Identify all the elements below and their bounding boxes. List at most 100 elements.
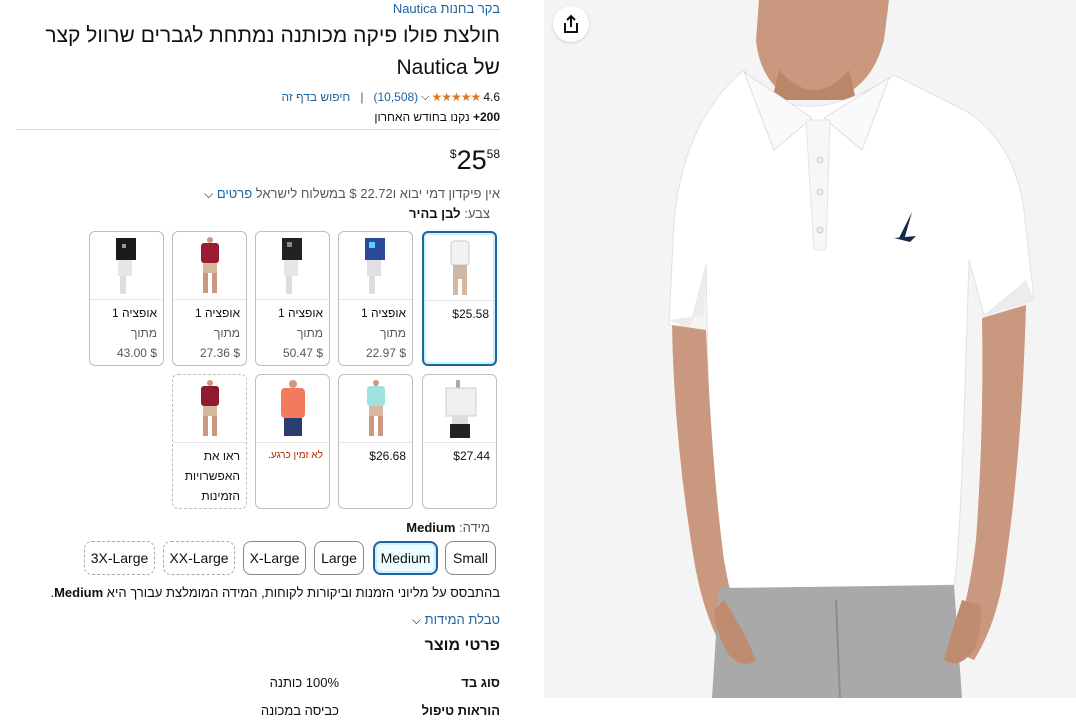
size-option-medium[interactable]: Medium bbox=[373, 541, 438, 575]
size-chart-link[interactable]: טבלת המידות ⌵ bbox=[0, 612, 500, 628]
color-swatch-aqua[interactable]: $26.68 bbox=[338, 374, 413, 509]
product-info: בקר בחנות Nautica חולצת פולו פיקה מכותנה… bbox=[16, 0, 500, 221]
gray-black-thumb bbox=[445, 379, 476, 438]
black-check-thumb bbox=[281, 237, 302, 294]
swatch-line3: $ 27.36 bbox=[199, 346, 240, 360]
shipping-info: אין פיקדון דמי יבוא ו‎22.72 $ במשלוח ליש… bbox=[16, 185, 500, 203]
swatch-line2: האפשרויות bbox=[184, 469, 240, 483]
size-option-small[interactable]: Small bbox=[445, 541, 496, 575]
details-key: הוראות טיפול bbox=[421, 703, 500, 718]
brand-store-link[interactable]: בקר בחנות Nautica bbox=[16, 1, 500, 17]
polo-model-image bbox=[544, 0, 1076, 698]
size-chart-label: טבלת המידות bbox=[424, 612, 500, 627]
details-value: כביסה במכונה bbox=[260, 703, 339, 718]
swatch-line2: מתוך bbox=[296, 326, 323, 340]
maroon-shirt-thumb bbox=[200, 236, 219, 293]
separator: | bbox=[360, 90, 364, 104]
swatch-line1: אופציה 1 bbox=[194, 306, 240, 320]
swatch-image bbox=[256, 375, 329, 443]
white-shirt-thumb bbox=[450, 240, 469, 295]
size-label: מידה: Medium bbox=[0, 520, 490, 535]
swatch-price: $25.58 bbox=[452, 307, 489, 321]
price-whole: 25 bbox=[456, 145, 487, 175]
swatch-line3: $ 43.00 bbox=[116, 346, 157, 360]
search-page-link[interactable]: חיפוש בדף זה bbox=[282, 90, 351, 104]
coral-shirt-thumb bbox=[280, 379, 305, 436]
share-button[interactable] bbox=[553, 6, 589, 42]
swatch-line1: אופציה 1 bbox=[360, 306, 406, 320]
chevron-down-icon: ⌵ bbox=[411, 613, 422, 627]
chevron-down-icon[interactable]: ⌵ bbox=[421, 91, 429, 104]
review-count-link[interactable]: (10,508) bbox=[373, 90, 418, 104]
size-option-3x-large[interactable]: 3X-Large bbox=[84, 541, 155, 575]
size-recommendation-text: בהתבסס על מליוני הזמנות וביקורות לקוחות,… bbox=[103, 585, 500, 600]
see-available-options[interactable]: ראו את האפשרויות הזמינות bbox=[172, 374, 247, 509]
swatch-image bbox=[173, 232, 246, 300]
color-label-text: צבע: bbox=[460, 206, 490, 221]
bought-number: 200+ bbox=[472, 110, 500, 124]
price-fraction: 58 bbox=[486, 147, 500, 161]
details-key: סוג בד bbox=[461, 675, 500, 690]
swatch-line1: אופציה 1 bbox=[111, 306, 157, 320]
details-value: 100% כותנה bbox=[269, 675, 339, 690]
swatch-image bbox=[339, 232, 412, 300]
swatch-line1: אופציה 1 bbox=[277, 306, 323, 320]
swatch-image bbox=[339, 375, 412, 443]
divider bbox=[16, 129, 500, 130]
shipping-text: אין פיקדון דמי יבוא ו‎22.72 $ במשלוח ליש… bbox=[252, 186, 500, 201]
swatch-image bbox=[256, 232, 329, 300]
size-label-text: מידה: bbox=[455, 520, 490, 535]
maroon-shirt2-thumb bbox=[200, 379, 219, 436]
unavailable-note: לא זמין כרגע. bbox=[268, 450, 323, 461]
swatch-image bbox=[424, 233, 495, 301]
product-title: חולצת פולו פיקה מכותנה נמתחת לגברים שרוו… bbox=[45, 24, 500, 79]
product-main-image[interactable] bbox=[544, 0, 1076, 698]
black-check2-thumb bbox=[115, 237, 136, 294]
selected-size: Medium bbox=[406, 520, 456, 535]
swatch-text: ראו את האפשרויות הזמינות bbox=[173, 443, 246, 508]
price: $2558 bbox=[16, 144, 500, 176]
swatch-image bbox=[90, 232, 163, 300]
swatch-text: אופציה 1 מתוך $ 50.47 bbox=[256, 300, 329, 365]
recommended-size: Medium bbox=[54, 585, 104, 600]
size-option-x-large[interactable]: X-Large bbox=[243, 541, 306, 575]
aqua-shirt-thumb bbox=[366, 379, 385, 436]
blue-check-thumb bbox=[364, 237, 385, 294]
swatch-price: $27.44 bbox=[453, 449, 490, 463]
shipping-details-link[interactable]: פרטים bbox=[217, 186, 252, 201]
color-swatch-black-check-2[interactable]: אופציה 1 מתוך $ 43.00 bbox=[89, 231, 164, 366]
size-recommendation: בהתבסס על מליוני הזמנות וביקורות לקוחות,… bbox=[50, 585, 500, 600]
bought-count: 200+ נקנו בחודש האחרון bbox=[16, 110, 500, 124]
swatch-text: אופציה 1 מתוך $ 22.97 bbox=[339, 300, 412, 365]
star-rating-icon[interactable]: ★★★★★ bbox=[432, 90, 482, 104]
color-swatch-blue-check[interactable]: אופציה 1 מתוך $ 22.97 bbox=[338, 231, 413, 366]
swatch-line1: ראו את bbox=[203, 449, 240, 463]
swatch-text: אופציה 1 מתוך $ 27.36 bbox=[173, 300, 246, 365]
rating-value: 4.6 bbox=[483, 90, 500, 104]
color-swatch-white[interactable]: $25.58 bbox=[422, 231, 497, 366]
selected-color: לבן בהיר bbox=[409, 206, 461, 221]
color-label: צבע: לבן בהיר bbox=[16, 206, 500, 221]
share-icon bbox=[564, 14, 578, 33]
swatch-line3: $ 22.97 bbox=[365, 346, 406, 360]
color-swatch-black-check[interactable]: אופציה 1 מתוך $ 50.47 bbox=[255, 231, 330, 366]
swatch-line2: מתוך bbox=[213, 326, 240, 340]
swatch-line3: הזמינות bbox=[201, 489, 240, 503]
swatch-line3: $ 50.47 bbox=[282, 346, 323, 360]
swatch-text: אופציה 1 מתוך $ 43.00 bbox=[90, 300, 163, 365]
rating-row: 4.6 ★★★★★ ⌵ (10,508) | חיפוש בדף זה bbox=[16, 89, 501, 105]
size-option-xx-large[interactable]: XX-Large bbox=[163, 541, 235, 575]
swatch-price: $26.68 bbox=[369, 449, 406, 463]
swatch-image bbox=[173, 375, 246, 443]
bought-text: נקנו בחודש האחרון bbox=[374, 110, 473, 124]
swatch-line2: מתוך bbox=[130, 326, 157, 340]
swatch-image bbox=[423, 375, 496, 443]
size-option-large[interactable]: Large bbox=[314, 541, 364, 575]
swatch-line2: מתוך bbox=[379, 326, 406, 340]
color-swatch-gray-black[interactable]: $27.44 bbox=[422, 374, 497, 509]
color-swatch-coral[interactable]: לא זמין כרגע. bbox=[255, 374, 330, 509]
chevron-down-icon[interactable]: ⌵ bbox=[204, 187, 213, 201]
color-swatch-maroon[interactable]: אופציה 1 מתוך $ 27.36 bbox=[172, 231, 247, 366]
currency-symbol: $ bbox=[449, 147, 457, 161]
product-details-heading: פרטי מוצר bbox=[424, 637, 500, 654]
